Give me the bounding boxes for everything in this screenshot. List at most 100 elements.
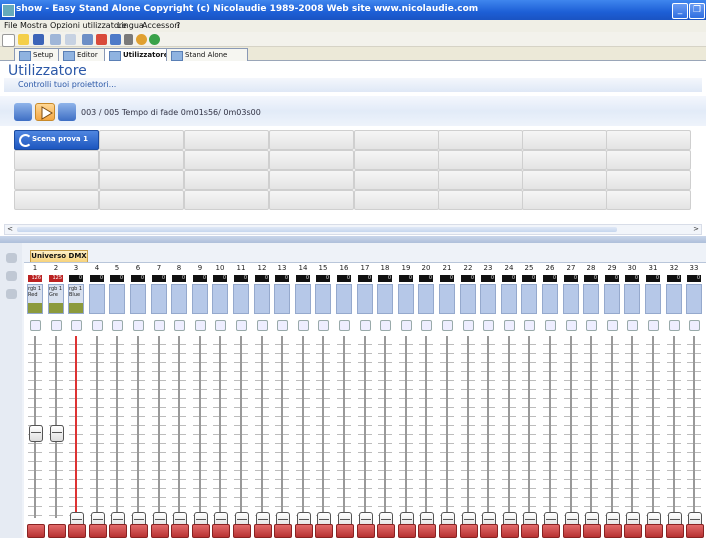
channel-off-icon[interactable]: [109, 524, 127, 538]
horizontal-scrollbar[interactable]: < >: [4, 224, 702, 235]
scene-slot[interactable]: [606, 170, 691, 190]
channel-off-icon[interactable]: [480, 524, 498, 538]
channel-label[interactable]: [233, 284, 249, 314]
channel-label[interactable]: [336, 284, 352, 314]
channel-off-icon[interactable]: [48, 524, 66, 538]
fader-knob[interactable]: [50, 425, 64, 442]
channel-off-icon[interactable]: [151, 524, 169, 538]
fader-track[interactable]: [467, 336, 469, 518]
channel-label[interactable]: [315, 284, 331, 314]
lock-icon[interactable]: [607, 320, 618, 331]
channel-off-icon[interactable]: [686, 524, 704, 538]
fader-track[interactable]: [219, 336, 221, 518]
fader-track[interactable]: [178, 336, 180, 518]
scene-slot[interactable]: [14, 150, 99, 170]
fader-track[interactable]: [487, 336, 489, 518]
lock-icon[interactable]: [421, 320, 432, 331]
fader-track[interactable]: [261, 336, 263, 518]
channel-label[interactable]: [480, 284, 496, 314]
channel-label[interactable]: [357, 284, 373, 314]
new-icon[interactable]: [2, 34, 15, 47]
channel-off-icon[interactable]: [68, 524, 86, 538]
channel-label[interactable]: [377, 284, 393, 314]
channel-off-icon[interactable]: [542, 524, 560, 538]
lock-icon[interactable]: [545, 320, 556, 331]
scene-slot[interactable]: [99, 170, 184, 190]
play-icon[interactable]: [35, 103, 55, 121]
fader-track[interactable]: [96, 336, 98, 518]
grid-icon[interactable]: [82, 34, 93, 45]
lock-icon[interactable]: [112, 320, 123, 331]
channel-label[interactable]: [686, 284, 702, 314]
lock-icon[interactable]: [195, 320, 206, 331]
fader-track[interactable]: [158, 336, 160, 518]
open-icon[interactable]: [18, 34, 29, 45]
refresh-icon[interactable]: [6, 271, 17, 281]
channel-off-icon[interactable]: [27, 524, 45, 538]
fader-track[interactable]: [611, 336, 613, 518]
restore-button[interactable]: ❐: [689, 3, 705, 19]
lock-icon[interactable]: [51, 320, 62, 331]
lock-icon[interactable]: [298, 320, 309, 331]
panel-splitter[interactable]: [0, 236, 706, 243]
lock-icon[interactable]: [504, 320, 515, 331]
scene-slot[interactable]: [99, 190, 184, 210]
lock-icon[interactable]: [174, 320, 185, 331]
channel-label[interactable]: [418, 284, 434, 314]
fader-track[interactable]: [425, 336, 427, 518]
channel-off-icon[interactable]: [357, 524, 375, 538]
menu-help[interactable]: ?: [176, 21, 180, 30]
scene-slot[interactable]: [522, 170, 607, 190]
channel-label[interactable]: [130, 284, 146, 314]
copy-icon[interactable]: [110, 34, 121, 45]
fader-track[interactable]: [673, 336, 675, 518]
scene-slot[interactable]: [354, 150, 439, 170]
channel-off-icon[interactable]: [645, 524, 663, 538]
lock-icon[interactable]: [483, 320, 494, 331]
channel-off-icon[interactable]: [212, 524, 230, 538]
channel-label[interactable]: [583, 284, 599, 314]
channel-label[interactable]: [604, 284, 620, 314]
lock-icon[interactable]: [689, 320, 700, 331]
scene-slot[interactable]: [184, 170, 269, 190]
fader-track[interactable]: [281, 336, 283, 518]
tab-universo-dmx[interactable]: Universo DMX 1: [30, 250, 88, 271]
channel-off-icon[interactable]: [336, 524, 354, 538]
channel-label[interactable]: rgb 1 Red: [27, 284, 43, 314]
channel-label[interactable]: [295, 284, 311, 314]
scene-slot[interactable]: [14, 190, 99, 210]
channel-off-icon[interactable]: [295, 524, 313, 538]
lock-icon[interactable]: [648, 320, 659, 331]
channel-label[interactable]: [666, 284, 682, 314]
channel-label[interactable]: [398, 284, 414, 314]
scene-slot[interactable]: [438, 190, 523, 210]
window-icon[interactable]: [96, 34, 107, 45]
scene-slot[interactable]: [14, 170, 99, 190]
lock-icon[interactable]: [586, 320, 597, 331]
channel-off-icon[interactable]: [521, 524, 539, 538]
lock-icon[interactable]: [669, 320, 680, 331]
lock-icon[interactable]: [627, 320, 638, 331]
channel-off-icon[interactable]: [233, 524, 251, 538]
channel-off-icon[interactable]: [377, 524, 395, 538]
fader-track[interactable]: [384, 336, 386, 518]
tab-stand-alone[interactable]: Stand Alone: [166, 48, 248, 62]
channel-label[interactable]: [501, 284, 517, 314]
fader-track[interactable]: [343, 336, 345, 518]
scene-slot[interactable]: [606, 190, 691, 210]
menu-file[interactable]: File: [4, 21, 17, 30]
fader-track[interactable]: [631, 336, 633, 518]
scene-slot[interactable]: [184, 150, 269, 170]
channel-off-icon[interactable]: [398, 524, 416, 538]
channel-off-icon[interactable]: [89, 524, 107, 538]
menu-opzioni-utilizzatore[interactable]: Opzioni utilizzatore: [50, 21, 127, 30]
fader-track[interactable]: [137, 336, 139, 518]
lock-icon[interactable]: [133, 320, 144, 331]
channel-off-icon[interactable]: [666, 524, 684, 538]
channel-label[interactable]: [563, 284, 579, 314]
fader-track[interactable]: [549, 336, 551, 518]
lock-icon[interactable]: [257, 320, 268, 331]
fader-track[interactable]: [116, 336, 118, 518]
channel-label[interactable]: rgb 1 Gre: [48, 284, 64, 314]
undo-icon[interactable]: [50, 34, 61, 45]
